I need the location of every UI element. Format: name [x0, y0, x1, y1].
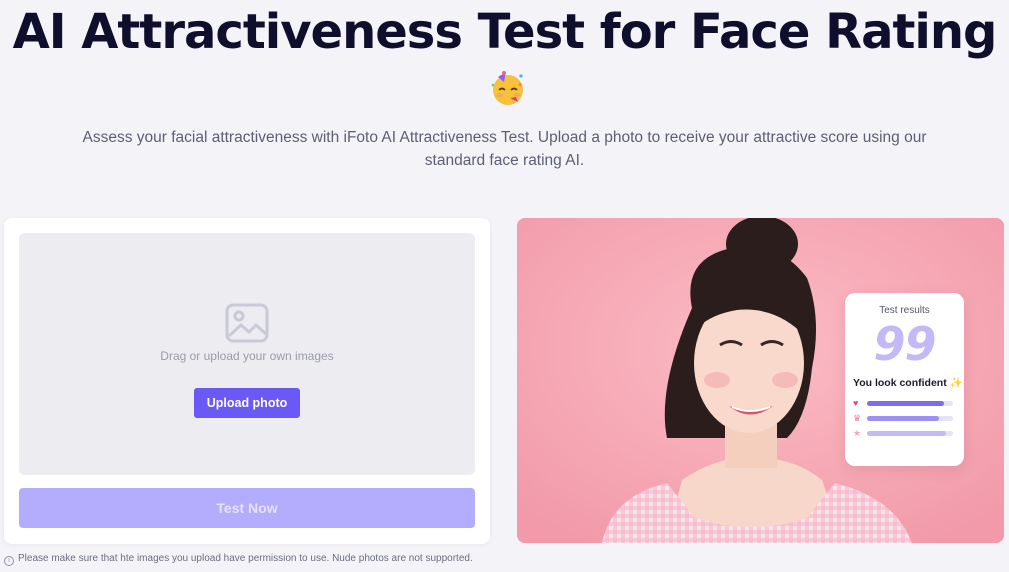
heart-icon: ♥: [853, 398, 859, 408]
sparkles-icon: ✨: [949, 377, 963, 389]
test-now-button[interactable]: Test Now: [19, 488, 475, 528]
result-verdict-text: You look confident: [853, 377, 947, 389]
result-verdict: You look confident ✨: [853, 376, 964, 389]
upload-photo-button[interactable]: Upload photo: [194, 388, 300, 418]
metric-track: [867, 401, 953, 406]
metric-bar-1: [867, 401, 945, 406]
metric-row: ♛: [853, 413, 957, 423]
page-subtitle: Assess your facial attractiveness with i…: [82, 129, 927, 169]
metric-row: ★: [853, 428, 957, 438]
result-card-title: Test results: [879, 305, 930, 316]
image-dropzone[interactable]: Drag or upload your own images Upload ph…: [19, 233, 475, 475]
page-title: AI Attractiveness Test for Face Rating: [12, 4, 998, 60]
metric-row: ♥: [853, 398, 957, 408]
result-card: Test results 99 You look confident ✨ ♥ ♛…: [845, 293, 964, 466]
info-icon: i: [4, 556, 14, 566]
metric-bar-2: [867, 416, 940, 421]
attractiveness-score: 99: [873, 317, 936, 371]
sample-result-photo: Test results 99 You look confident ✨ ♥ ♛…: [517, 218, 1004, 543]
notice-text: Please make sure that hte images you upl…: [18, 553, 473, 564]
drag-upload-hint: Drag or upload your own images: [160, 349, 334, 363]
image-placeholder-icon: [225, 303, 269, 343]
partying-face-icon: [491, 71, 523, 105]
metric-track: [867, 416, 953, 421]
upload-card: Drag or upload your own images Upload ph…: [4, 218, 490, 544]
star-icon: ★: [853, 428, 862, 438]
crown-icon: ♛: [853, 413, 862, 423]
upload-notice: i Please make sure that hte images you up…: [4, 553, 473, 566]
metric-bar-3: [867, 431, 947, 436]
metric-track: [867, 431, 953, 436]
